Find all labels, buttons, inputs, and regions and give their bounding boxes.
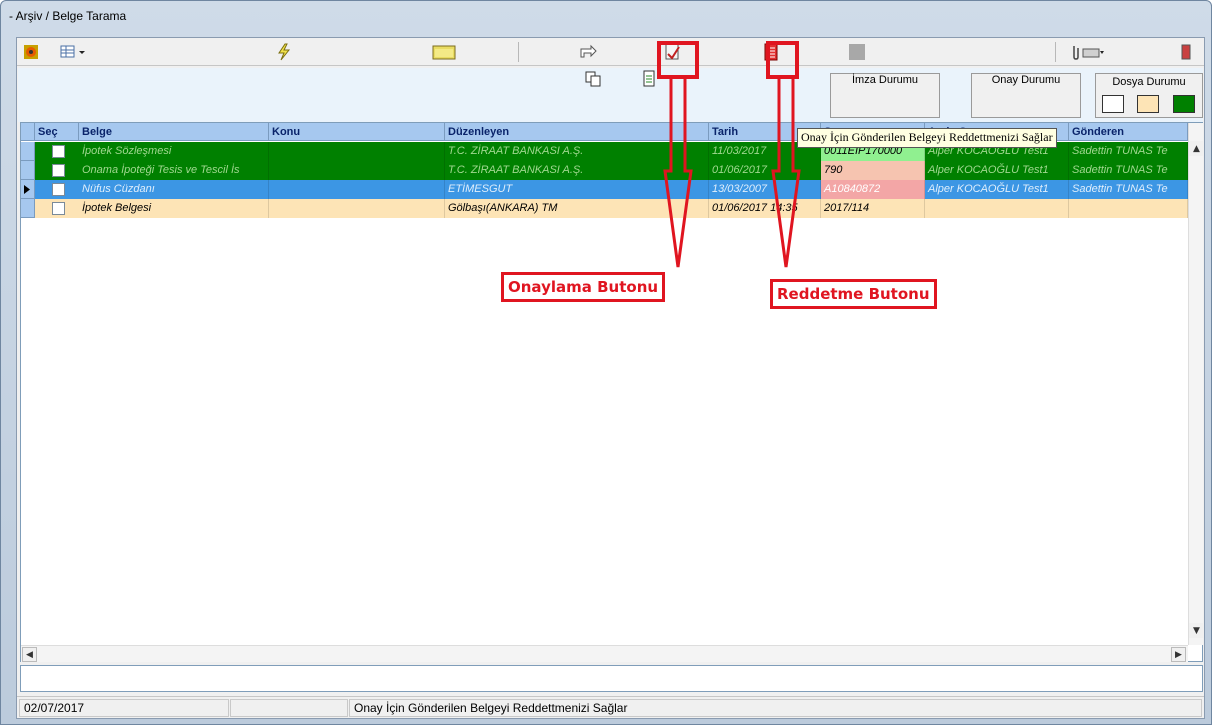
approval-status-label: Onay Durumu <box>991 74 1061 86</box>
header-indicator <box>21 123 35 141</box>
row-indicator <box>21 199 35 218</box>
cell-gonderen[interactable] <box>1069 199 1188 218</box>
cell-belge[interactable]: İpotek Belgesi <box>79 199 269 218</box>
status-message: Onay İçin Gönderilen Belgeyi Reddettmeni… <box>349 699 1202 717</box>
row-checkbox[interactable] <box>52 183 65 196</box>
tooltip: Onay İçin Gönderilen Belgeyi Reddettmeni… <box>797 128 1057 148</box>
cell-gonderen[interactable]: Sadettin TUNAS Te <box>1069 180 1188 199</box>
cell-duzenleyen[interactable]: T.C. ZİRAAT BANKASI A.Ş. <box>445 161 709 180</box>
status-panel-2 <box>230 699 348 717</box>
reject-annotation-label: Reddetme Butonu <box>770 279 937 309</box>
table-row[interactable]: İpotek Belgesi Gölbaşı(ANKARA) TM 01/06/20… <box>21 199 1188 218</box>
row-indicator <box>21 161 35 180</box>
cell-gonderen[interactable]: Sadettin TUNAS Te <box>1069 142 1188 161</box>
cell-duzenleyen[interactable]: T.C. ZİRAAT BANKASI A.Ş. <box>445 142 709 161</box>
status-swatch-green <box>1173 95 1195 113</box>
status-swatch-peach <box>1137 95 1159 113</box>
cell-sayi[interactable]: 790 <box>821 161 925 180</box>
main-panel: İmza Durumu Onay Durumu Dosya Durumu Ona… <box>16 37 1205 719</box>
file-status-legend: Dosya Durumu <box>1095 73 1203 118</box>
cell-tarih[interactable]: 13/03/2007 <box>709 180 821 199</box>
cell-arsiv-onay[interactable]: Alper KOCAOĞLU Test1 <box>925 180 1069 199</box>
exit-door-icon[interactable] <box>1175 42 1197 62</box>
cell-gonderen[interactable]: Sadettin TUNAS Te <box>1069 161 1188 180</box>
status-swatch-white <box>1102 95 1124 113</box>
cell-sayi[interactable]: 2017/114 <box>821 199 925 218</box>
image-status-label: İmza Durumu <box>851 74 919 86</box>
document-icon[interactable] <box>638 69 660 89</box>
scroll-left-icon[interactable]: ◀ <box>22 647 37 662</box>
vertical-scrollbar[interactable]: ▲ ▼ <box>1188 123 1204 645</box>
header-gonderen[interactable]: Gönderen <box>1069 123 1188 141</box>
cell-konu[interactable] <box>269 161 445 180</box>
cell-arsiv-onay[interactable] <box>925 199 1069 218</box>
folder-icon[interactable] <box>431 42 457 62</box>
table-row[interactable]: Nüfus Cüzdanı ETİMESGUT 13/03/2007 A1084087… <box>21 180 1188 199</box>
header-sec[interactable]: Seç <box>35 123 79 141</box>
cell-sayi[interactable]: A10840872 <box>821 180 925 199</box>
cell-konu[interactable] <box>269 199 445 218</box>
status-bar: 02/07/2017 Onay İçin Gönderilen Belgeyi … <box>17 696 1204 718</box>
approve-button[interactable] <box>662 42 684 62</box>
secondary-toolbar: İmza Durumu Onay Durumu Dosya Durumu <box>18 68 1203 122</box>
cell-duzenleyen[interactable]: Gölbaşı(ANKARA) TM <box>445 199 709 218</box>
scroll-down-icon[interactable]: ▼ <box>1189 623 1204 638</box>
row-checkbox[interactable] <box>52 145 65 158</box>
input-bar[interactable] <box>20 665 1203 692</box>
toolbar <box>17 38 1204 66</box>
reject-button[interactable] <box>760 42 782 62</box>
scan-icon[interactable] <box>20 42 42 62</box>
cell-belge[interactable]: İpotek Sözleşmesi <box>79 142 269 161</box>
header-konu[interactable]: Konu <box>269 123 445 141</box>
document-grid: Seç Belge Konu Düzenleyen Tarih Sayı Arş… <box>20 122 1204 662</box>
approve-annotation-label: Onaylama Butonu <box>501 272 666 302</box>
status-date: 02/07/2017 <box>19 699 229 717</box>
cell-tarih[interactable]: 01/06/2017 14:35 <box>709 199 821 218</box>
current-row-arrow-icon <box>24 185 30 194</box>
toolbar-separator <box>518 42 519 62</box>
toolbar-separator <box>1055 42 1056 62</box>
row-checkbox[interactable] <box>52 164 65 177</box>
cell-konu[interactable] <box>269 142 445 161</box>
horizontal-scrollbar[interactable]: ◀ ▶ <box>21 645 1188 662</box>
app-window: - Arşiv / Belge Tarama İmza Durumu Onay … <box>0 0 1212 725</box>
cell-belge[interactable]: Nüfus Cüzdanı <box>79 180 269 199</box>
row-indicator <box>21 180 35 199</box>
row-indicator <box>21 142 35 161</box>
grid-view-dropdown-icon[interactable] <box>59 42 89 62</box>
cell-tarih[interactable]: 01/06/2017 <box>709 161 821 180</box>
scroll-up-icon[interactable]: ▲ <box>1189 141 1204 156</box>
table-row[interactable]: Onama İpoteği Tesis ve Tescil İs T.C. ZİR… <box>21 161 1188 180</box>
image-status-legend: İmza Durumu <box>830 73 940 118</box>
row-checkbox[interactable] <box>52 202 65 215</box>
disabled-square-icon[interactable] <box>846 42 868 62</box>
cell-duzenleyen[interactable]: ETİMESGUT <box>445 180 709 199</box>
cell-konu[interactable] <box>269 180 445 199</box>
lightning-icon[interactable] <box>273 42 295 62</box>
pointing-hand-icon[interactable] <box>578 42 600 62</box>
scroll-right-icon[interactable]: ▶ <box>1171 647 1186 662</box>
header-duzenleyen[interactable]: Düzenleyen <box>445 123 709 141</box>
copy-icon[interactable] <box>582 69 604 89</box>
approval-status-legend: Onay Durumu <box>971 73 1081 118</box>
cell-arsiv-onay[interactable]: Alper KOCAOĞLU Test1 <box>925 161 1069 180</box>
cell-belge[interactable]: Onama İpoteği Tesis ve Tescil İs <box>79 161 269 180</box>
window-title: - Arşiv / Belge Tarama <box>9 9 127 23</box>
file-status-label: Dosya Durumu <box>1112 76 1186 88</box>
attach-scanner-icon[interactable] <box>1067 42 1107 62</box>
header-belge[interactable]: Belge <box>79 123 269 141</box>
